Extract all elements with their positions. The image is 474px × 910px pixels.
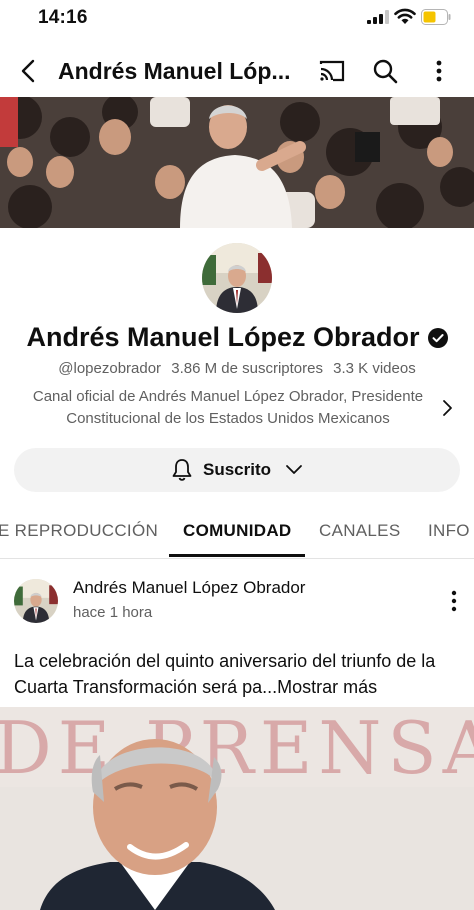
- banner-image: [0, 97, 474, 228]
- app-bar: Andrés Manuel Lóp...: [0, 44, 474, 98]
- channel-tabs: E REPRODUCCIÓN COMUNIDAD CANALES INFO: [0, 508, 474, 559]
- channel-meta: @lopezobrador 3.86 M de suscriptores 3.3…: [0, 360, 474, 377]
- post-avatar-image: [14, 579, 58, 623]
- tab-info[interactable]: INFO: [428, 521, 470, 541]
- tab-community[interactable]: COMUNIDAD: [183, 521, 291, 541]
- verified-icon: [427, 328, 448, 348]
- post-author-avatar[interactable]: [14, 579, 58, 623]
- chevron-down-icon: [286, 465, 302, 474]
- active-tab-indicator: [169, 554, 305, 557]
- tab-playlists[interactable]: E REPRODUCCIÓN: [0, 521, 158, 541]
- post-timestamp: hace 1 hora: [73, 604, 153, 621]
- search-icon[interactable]: [371, 57, 399, 85]
- post-body: La celebración del quinto aniversario de…: [14, 648, 464, 700]
- channel-name: Andrés Manuel López Obrador: [0, 322, 474, 353]
- avatar-image: [202, 243, 272, 313]
- subscriber-count: 3.86 M de suscriptores: [171, 360, 323, 377]
- press-backdrop-lettering: DE PRENSA: [0, 707, 474, 790]
- subscribed-label: Suscrito: [202, 460, 272, 479]
- back-icon[interactable]: [14, 56, 44, 86]
- channel-description[interactable]: Canal oficial de Andrés Manuel López Obr…: [18, 386, 438, 430]
- video-count: 3.3 K videos: [333, 360, 416, 377]
- post-image-graphic: DE PRENSA: [0, 707, 474, 910]
- bell-icon: [172, 459, 192, 481]
- more-vert-icon[interactable]: [426, 57, 452, 85]
- channel-avatar[interactable]: [202, 243, 272, 313]
- app-bar-title: Andrés Manuel Lóp...: [58, 58, 291, 84]
- channel-banner: [0, 97, 474, 228]
- channel-handle: @lopezobrador: [58, 360, 162, 377]
- status-bar: 14:16: [0, 0, 474, 36]
- status-time: 14:16: [38, 7, 88, 28]
- subscribed-button[interactable]: Suscrito: [14, 448, 460, 492]
- channel-name-text: Andrés Manuel López Obrador: [26, 322, 420, 352]
- tab-channels[interactable]: CANALES: [319, 521, 400, 541]
- show-more-link[interactable]: Mostrar más: [277, 677, 377, 697]
- signal-icon: [367, 10, 389, 24]
- description-line-2: Constitucional de los Estados Unidos Mex…: [66, 410, 390, 427]
- post-more-icon[interactable]: [446, 588, 462, 614]
- wifi-icon: [394, 8, 416, 24]
- chevron-right-icon[interactable]: [440, 397, 456, 419]
- post-author-name[interactable]: Andrés Manuel López Obrador: [73, 578, 305, 598]
- battery-icon: [421, 9, 451, 25]
- description-line-1: Canal oficial de Andrés Manuel López Obr…: [32, 388, 424, 405]
- post-image[interactable]: DE PRENSA: [0, 707, 474, 910]
- cast-icon[interactable]: [317, 57, 347, 85]
